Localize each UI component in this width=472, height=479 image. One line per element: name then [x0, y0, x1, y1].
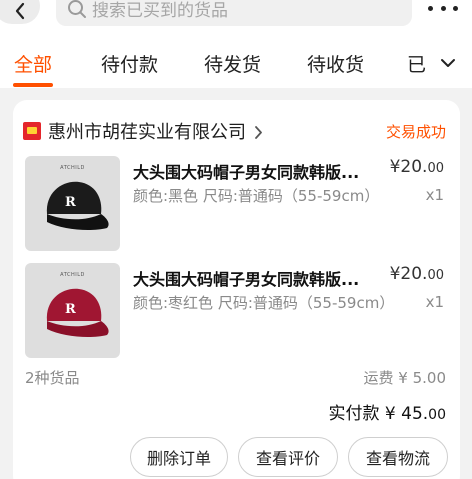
svg-text:R: R: [65, 195, 76, 210]
product-title: 大头围大码帽子男女同款韩版...: [133, 270, 360, 289]
goods-count: 2种货品: [25, 369, 80, 387]
order-item[interactable]: ATCHILD R 大头围大码帽子男女同款韩版... 颜色:黑色 尺码:普通码（…: [25, 156, 450, 252]
dot-icon: [440, 5, 446, 11]
search-box[interactable]: [56, 0, 412, 26]
total-paid-main: 实付款 ¥ 45.: [328, 404, 429, 424]
price-decimal: 00: [427, 161, 444, 176]
total-paid: 实付款 ¥ 45.00: [329, 399, 447, 424]
tab-completed[interactable]: 已: [407, 50, 426, 77]
dot-icon: [453, 5, 458, 11]
chevron-right-icon: [255, 125, 262, 139]
delete-order-button[interactable]: 删除订单: [130, 437, 228, 477]
shop-header[interactable]: 惠州市胡荏实业有限公司: [23, 118, 263, 144]
chevron-down-icon: [441, 59, 455, 67]
product-thumbnail: ATCHILD R: [25, 263, 120, 358]
tab-pending-receipt[interactable]: 待收货: [307, 50, 364, 77]
order-tabs: 全部 待付款 待发货 待收货 已: [0, 30, 472, 88]
order-status: 交易成功: [385, 123, 446, 141]
chevron-left-icon: [15, 2, 25, 20]
order-card[interactable]: 惠州市胡荏实业有限公司 交易成功 ATCHILD R 大头围大码帽子男女同款韩版…: [13, 100, 460, 479]
product-spec: 颜色:枣红色 尺码:普通码（55-59cm）: [133, 294, 395, 312]
product-quantity: x1: [425, 293, 444, 311]
product-title: 大头围大码帽子男女同款韩版...: [133, 163, 360, 182]
product-quantity: x1: [425, 186, 444, 204]
product-spec: 颜色:黑色 尺码:普通码（55-59cm）: [133, 187, 380, 205]
total-paid-decimal: 00: [428, 407, 446, 423]
search-input[interactable]: [92, 0, 392, 26]
tab-all[interactable]: 全部: [14, 50, 52, 77]
top-bar: [0, 0, 472, 30]
price-main: ¥20.: [389, 157, 428, 177]
shipping-fee: 运费 ¥ 5.00: [363, 369, 446, 387]
shop-icon: [23, 122, 41, 140]
price-decimal: 00: [427, 268, 444, 283]
price-main: ¥20.: [389, 264, 428, 284]
dot-icon: [428, 5, 433, 11]
view-logistics-button[interactable]: 查看物流: [348, 437, 448, 477]
tab-pending-shipment[interactable]: 待发货: [204, 50, 261, 77]
search-icon: [68, 0, 86, 18]
active-tab-indicator: [13, 83, 53, 87]
cap-icon: R: [46, 181, 109, 230]
svg-text:R: R: [65, 302, 76, 317]
order-item[interactable]: ATCHILD R 大头围大码帽子男女同款韩版... 颜色:枣红色 尺码:普通码…: [25, 263, 450, 359]
product-price: ¥20.00: [390, 264, 444, 284]
product-thumbnail: ATCHILD R: [25, 156, 120, 251]
back-button[interactable]: [0, 0, 40, 24]
cap-icon: R: [46, 288, 109, 337]
tab-pending-payment[interactable]: 待付款: [101, 50, 158, 77]
more-options-button[interactable]: [428, 0, 458, 16]
view-review-button[interactable]: 查看评价: [238, 437, 338, 477]
shop-name: 惠州市胡荏实业有限公司: [48, 122, 246, 143]
product-price: ¥20.00: [390, 157, 444, 177]
